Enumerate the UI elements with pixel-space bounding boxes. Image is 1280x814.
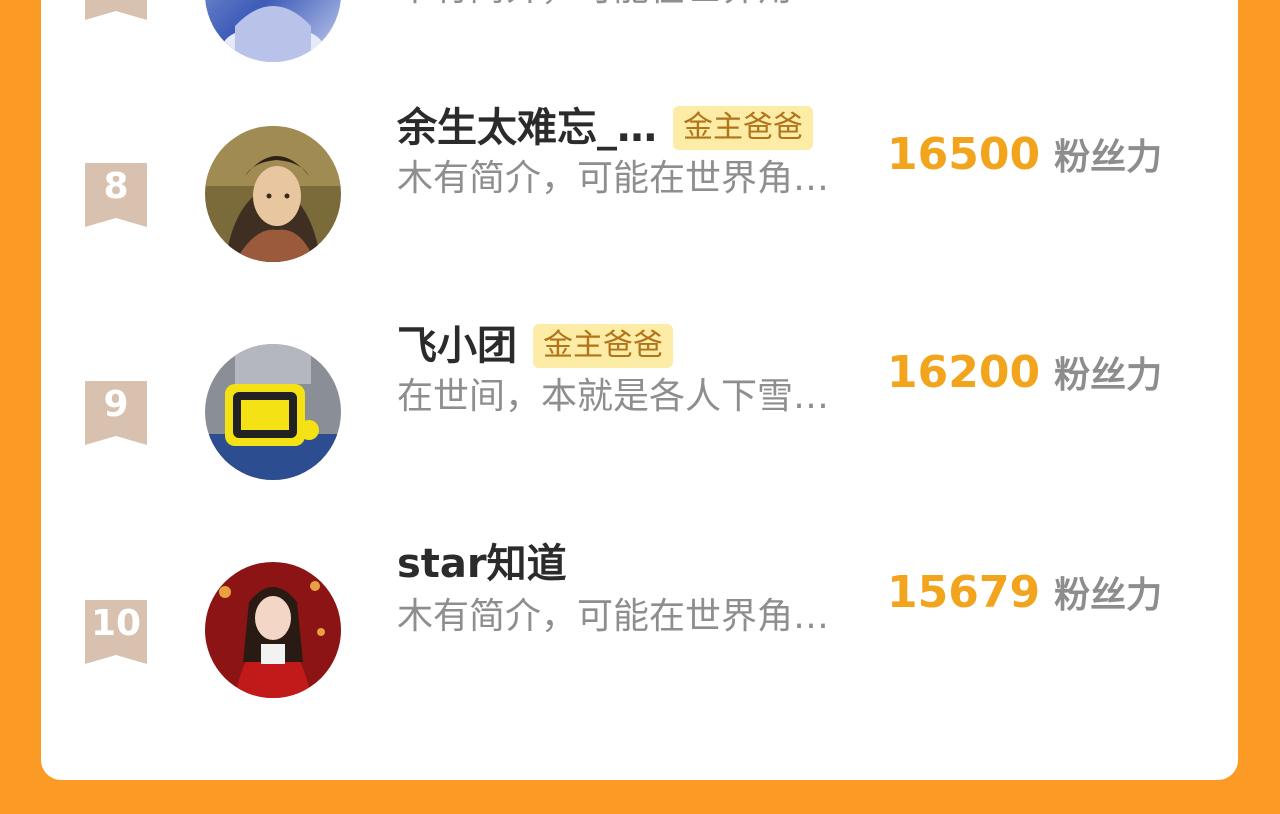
rank-ribbon: 9 — [85, 381, 147, 445]
avatar[interactable] — [205, 344, 341, 480]
ribbon-icon — [85, 0, 147, 20]
profile-description: 木有简介，可能在世界角… — [397, 596, 830, 637]
avatar[interactable] — [205, 126, 341, 262]
ranking-row[interactable]: 8 余生太难忘_… 金主爸爸 木有简介，可能在世界角… 16500 粉丝力 — [41, 105, 1238, 270]
fan-power-score: 15679 粉丝力 — [887, 564, 1162, 620]
rank-number: 8 — [103, 166, 129, 207]
rank-ribbon: 8 — [85, 163, 147, 227]
score-unit: 粉丝力 — [1054, 137, 1163, 178]
profile-description: 木有简介，可能在世界角… — [397, 158, 830, 199]
ranking-row[interactable]: 10 star知道 木有简介，可能在世界角… 15679 粉丝力 — [41, 541, 1238, 708]
avatar[interactable] — [205, 562, 341, 698]
name-line: 余生太难忘_… 金主爸爸 — [397, 102, 813, 154]
fan-power-score: 16200 粉丝力 — [887, 344, 1162, 400]
ranking-card: 木有简介，可能在世界角… 8 余生太难忘_… 金主爸爸 木 — [41, 0, 1238, 780]
profile-description: 木有简介，可能在世界角… — [397, 0, 877, 12]
ancient-costume-woman-avatar — [205, 126, 341, 262]
rank-number: 9 — [103, 384, 129, 425]
rank-ribbon: 10 — [85, 600, 147, 664]
sticker-character-avatar — [205, 344, 341, 480]
fan-power-score: 16500 粉丝力 — [887, 126, 1162, 182]
score-value: 16200 — [887, 346, 1041, 398]
sponsor-badge: 金主爸爸 — [533, 324, 673, 368]
score-unit: 粉丝力 — [1054, 575, 1163, 616]
score-value: 15679 — [887, 566, 1041, 618]
score-unit: 粉丝力 — [1054, 355, 1163, 396]
name-line: 飞小团 金主爸爸 — [397, 320, 673, 372]
name-line: star知道 — [397, 538, 567, 590]
rank-number: 10 — [90, 603, 142, 644]
fantasy-avatar-icon — [205, 0, 341, 62]
sponsor-badge: 金主爸爸 — [673, 106, 813, 150]
rank-ribbon — [85, 0, 147, 20]
ranking-row[interactable]: 9 飞小团 金主爸爸 在世间，本就是各人下雪… 16200 粉丝力 — [41, 323, 1238, 488]
girl-red-dress-avatar — [205, 562, 341, 698]
user-name[interactable]: 飞小团 — [397, 320, 517, 372]
score-value: 16500 — [887, 128, 1041, 180]
user-name[interactable]: star知道 — [397, 538, 567, 590]
avatar[interactable] — [205, 0, 341, 62]
user-name[interactable]: 余生太难忘_… — [397, 102, 657, 154]
ranking-row[interactable]: 木有简介，可能在世界角… — [41, 0, 1238, 62]
profile-description: 在世间，本就是各人下雪… — [397, 376, 830, 417]
